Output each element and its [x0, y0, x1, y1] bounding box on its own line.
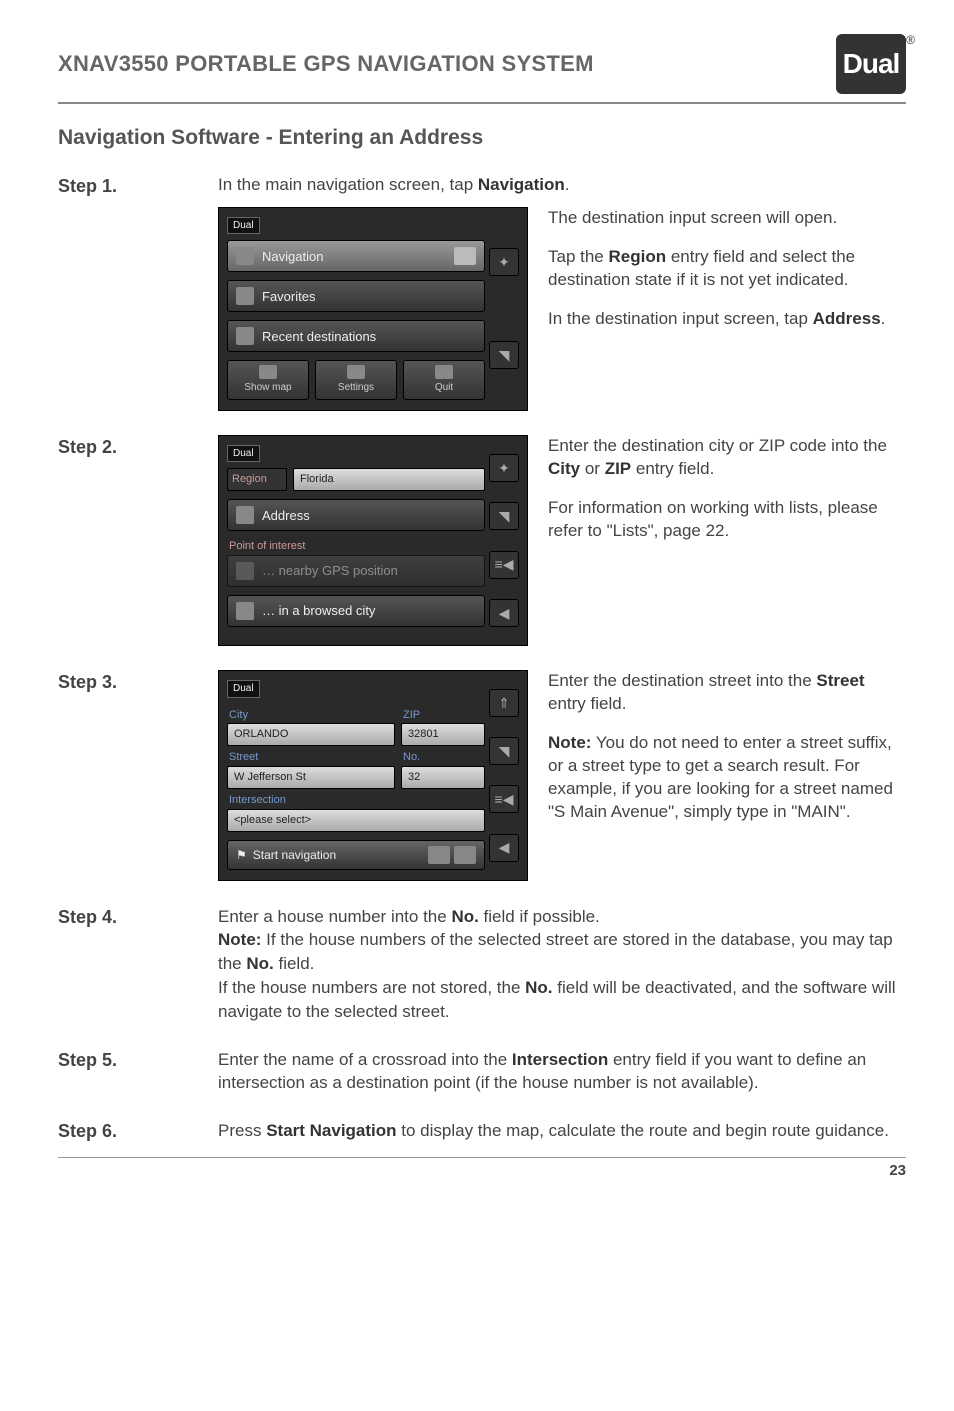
zip-label: ZIP — [403, 708, 485, 723]
ss-side-button-3[interactable]: ≡◀ — [489, 551, 519, 579]
step-5: Step 5. Enter the name of a crossroad in… — [58, 1048, 906, 1096]
step-2-text: Enter the destination city or ZIP code i… — [548, 435, 906, 646]
ss-favorites-button[interactable]: Favorites — [227, 280, 485, 312]
ss-nearby-button[interactable]: … nearby GPS position — [227, 555, 485, 587]
ss-settings-button[interactable]: Settings — [315, 360, 397, 400]
ss-side-button-4[interactable]: ◀ — [489, 834, 519, 862]
street-label: Street — [229, 750, 395, 765]
section-heading: Navigation Software - Entering an Addres… — [58, 126, 906, 150]
region-field[interactable]: Florida — [293, 468, 485, 491]
page-header: XNAV3550 PORTABLE GPS NAVIGATION SYSTEM — [58, 51, 594, 77]
ss-side-button-4[interactable]: ◀ — [489, 599, 519, 627]
step-4-text: Enter a house number into the No. field … — [218, 905, 906, 1024]
city-icon — [236, 602, 254, 620]
city-label: City — [229, 708, 395, 723]
logo-text: Dual — [843, 48, 900, 80]
map-small-icon — [428, 846, 450, 864]
ss-recent-button[interactable]: Recent destinations — [227, 320, 485, 352]
step-3-text: Enter the destination street into the St… — [548, 670, 906, 881]
step-4-label: Step 4. — [58, 905, 218, 1024]
dual-logo: Dual — [836, 34, 906, 94]
exit-icon — [435, 365, 453, 379]
screenshot-address-form: Dual City ORLANDO ZIP 32801 — [218, 670, 528, 881]
ss-browsed-button[interactable]: … in a browsed city — [227, 595, 485, 627]
page-number: 23 — [58, 1157, 906, 1179]
screenshot-main-menu: Dual Navigation Favorites Recent — [218, 207, 528, 411]
no-field[interactable]: 32 — [401, 766, 485, 789]
step-1-label: Step 1. — [58, 174, 218, 411]
ss-brand-tag: Dual — [227, 445, 260, 463]
ss-side-button-1[interactable]: ⇑ — [489, 689, 519, 717]
header-divider — [58, 102, 906, 104]
compass-icon — [236, 247, 254, 265]
screenshot-region: Dual Region Florida Address Point of int… — [218, 435, 528, 646]
step-6-label: Step 6. — [58, 1119, 218, 1143]
poi-label: Point of interest — [229, 539, 485, 554]
ss-brand-tag: Dual — [227, 217, 260, 235]
zip-field[interactable]: 32801 — [401, 723, 485, 746]
intersection-label: Intersection — [229, 793, 485, 808]
step-3: Step 3. Dual City ORLANDO ZIP 3280 — [58, 670, 906, 881]
step-1: Step 1. In the main navigation screen, t… — [58, 174, 906, 411]
ss-quit-button[interactable]: Quit — [403, 360, 485, 400]
tools-icon — [347, 365, 365, 379]
ss-side-button-2[interactable]: ◥ — [489, 737, 519, 765]
ss-side-button-2[interactable]: ◥ — [489, 502, 519, 530]
ss-side-button-1[interactable]: ✦ — [489, 454, 519, 482]
city-field[interactable]: ORLANDO — [227, 723, 395, 746]
ss-side-button-2[interactable]: ◥ — [489, 341, 519, 369]
map-icon — [259, 365, 277, 379]
intersection-field[interactable]: <please select> — [227, 809, 485, 832]
ss-navigation-button[interactable]: Navigation — [227, 240, 485, 272]
ss-side-button-1[interactable]: ✦ — [489, 248, 519, 276]
product-name: PORTABLE GPS NAVIGATION SYSTEM — [175, 51, 593, 76]
step-3-label: Step 3. — [58, 670, 218, 881]
route-small-icon — [454, 846, 476, 864]
ss-address-button[interactable]: Address — [227, 499, 485, 531]
ss-side-button-3[interactable]: ≡◀ — [489, 785, 519, 813]
list-icon — [236, 327, 254, 345]
step-6-text: Press Start Navigation to display the ma… — [218, 1119, 906, 1143]
step-2-label: Step 2. — [58, 435, 218, 646]
step-4: Step 4. Enter a house number into the No… — [58, 905, 906, 1024]
star-icon — [236, 287, 254, 305]
step-5-text: Enter the name of a crossroad into the I… — [218, 1048, 906, 1096]
ss-showmap-button[interactable]: Show map — [227, 360, 309, 400]
flag-icon: ⚑ — [236, 847, 247, 863]
target-icon — [236, 562, 254, 580]
no-label: No. — [403, 750, 485, 765]
step-1-text: The destination input screen will open. … — [548, 207, 906, 411]
step-5-label: Step 5. — [58, 1048, 218, 1096]
step-1-intro: In the main navigation screen, tap Navig… — [218, 174, 906, 197]
step-2: Step 2. Dual Region Florida Address — [58, 435, 906, 646]
model: XNAV3550 — [58, 51, 169, 76]
address-icon — [236, 506, 254, 524]
start-navigation-button[interactable]: ⚑ Start navigation — [227, 840, 485, 870]
map-pin-icon — [454, 247, 476, 265]
region-label: Region — [227, 468, 287, 491]
ss-brand-tag: Dual — [227, 680, 260, 698]
street-field[interactable]: W Jefferson St — [227, 766, 395, 789]
step-6: Step 6. Press Start Navigation to displa… — [58, 1119, 906, 1143]
